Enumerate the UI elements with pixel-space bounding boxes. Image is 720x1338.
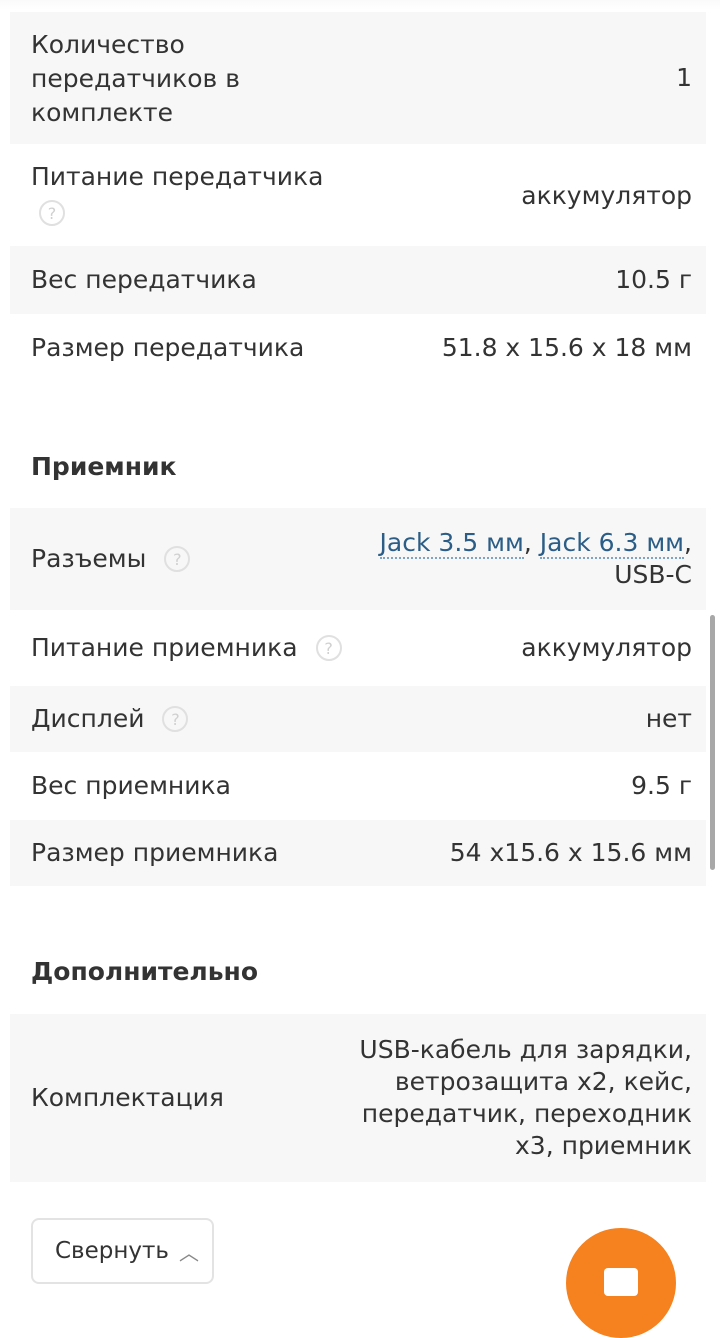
spec-label: Дисплей	[31, 704, 145, 733]
spec-label-group: Питание передатчика ?	[31, 160, 323, 226]
spec-row-receiver-connectors: Разъемы ? Jack 3.5 мм, Jack 6.3 мм, USB-…	[10, 508, 706, 610]
spec-row-transmitter-size: Размер передатчика 51.8 x 15.6 x 18 мм	[10, 314, 706, 382]
spec-value-connectors: Jack 3.5 мм, Jack 6.3 мм, USB-C	[379, 527, 692, 591]
spec-value: USB-кабель для зарядки, ветрозащита x2, …	[359, 1035, 692, 1160]
help-icon[interactable]: ?	[162, 706, 189, 732]
spec-label-group: Питание приемника ?	[31, 631, 342, 665]
spec-label: Вес приемника	[31, 771, 231, 800]
help-icon[interactable]: ?	[315, 635, 342, 661]
spec-value: 51.8 x 15.6 x 18 мм	[441, 333, 692, 362]
top-fade	[0, 0, 720, 10]
spec-value: 10.5 г	[615, 265, 692, 294]
spec-label: Питание приемника	[31, 633, 298, 662]
spec-label: Размер приемника	[31, 838, 279, 867]
spec-row-kit: Комплектация USB-кабель для зарядки, вет…	[10, 1014, 706, 1182]
connector-usb-c: USB-C	[614, 560, 692, 589]
spec-row-transmitter-weight: Вес передатчика 10.5 г	[10, 246, 706, 314]
spec-value: 1	[676, 63, 692, 92]
section-title-extra: Дополнительно	[31, 957, 259, 986]
spec-value: нет	[645, 704, 692, 733]
spec-label: Питание передатчика	[31, 162, 324, 191]
chat-icon	[604, 1268, 638, 1296]
spec-label-group: Разъемы ?	[31, 542, 191, 576]
collapse-label: Свернуть	[55, 1238, 169, 1264]
separator: ,	[684, 528, 692, 557]
link-jack-6-3[interactable]: Jack 6.3 мм	[539, 528, 685, 559]
scrollbar[interactable]	[710, 615, 715, 870]
spec-label-group: Дисплей ?	[31, 702, 189, 736]
collapse-button[interactable]: Свернуть ︿	[31, 1218, 214, 1284]
spec-row-receiver-size: Размер приемника 54 x15.6 x 15.6 мм	[10, 820, 706, 886]
chevron-up-icon: ︿	[178, 1240, 199, 1265]
chat-fab-button[interactable]	[566, 1228, 676, 1338]
spec-label: Вес передатчика	[31, 265, 257, 294]
spec-label: Комплектация	[31, 1083, 224, 1112]
spec-row-transmitter-count: Количество передатчиков в комплекте 1	[10, 12, 706, 144]
link-jack-3-5[interactable]: Jack 3.5 мм	[379, 528, 524, 559]
help-icon[interactable]: ?	[164, 546, 191, 572]
spec-row-receiver-weight: Вес приемника 9.5 г	[10, 752, 706, 820]
spec-row-receiver-power: Питание приемника ? аккумулятор	[10, 610, 706, 686]
help-icon[interactable]: ?	[39, 200, 65, 226]
spec-label: Количество передатчиков в комплекте	[31, 30, 240, 127]
spec-row-transmitter-power: Питание передатчика ? аккумулятор	[10, 144, 706, 246]
spec-value: аккумулятор	[521, 633, 692, 662]
spec-label: Разъемы	[31, 544, 147, 573]
spec-value: 9.5 г	[631, 771, 692, 800]
separator: ,	[523, 528, 532, 557]
spec-value: аккумулятор	[521, 181, 692, 210]
spec-value: 54 x15.6 x 15.6 мм	[449, 838, 692, 867]
spec-label: Размер передатчика	[31, 333, 305, 362]
section-title-receiver: Приемник	[31, 452, 177, 481]
spec-row-receiver-display: Дисплей ? нет	[10, 686, 706, 752]
